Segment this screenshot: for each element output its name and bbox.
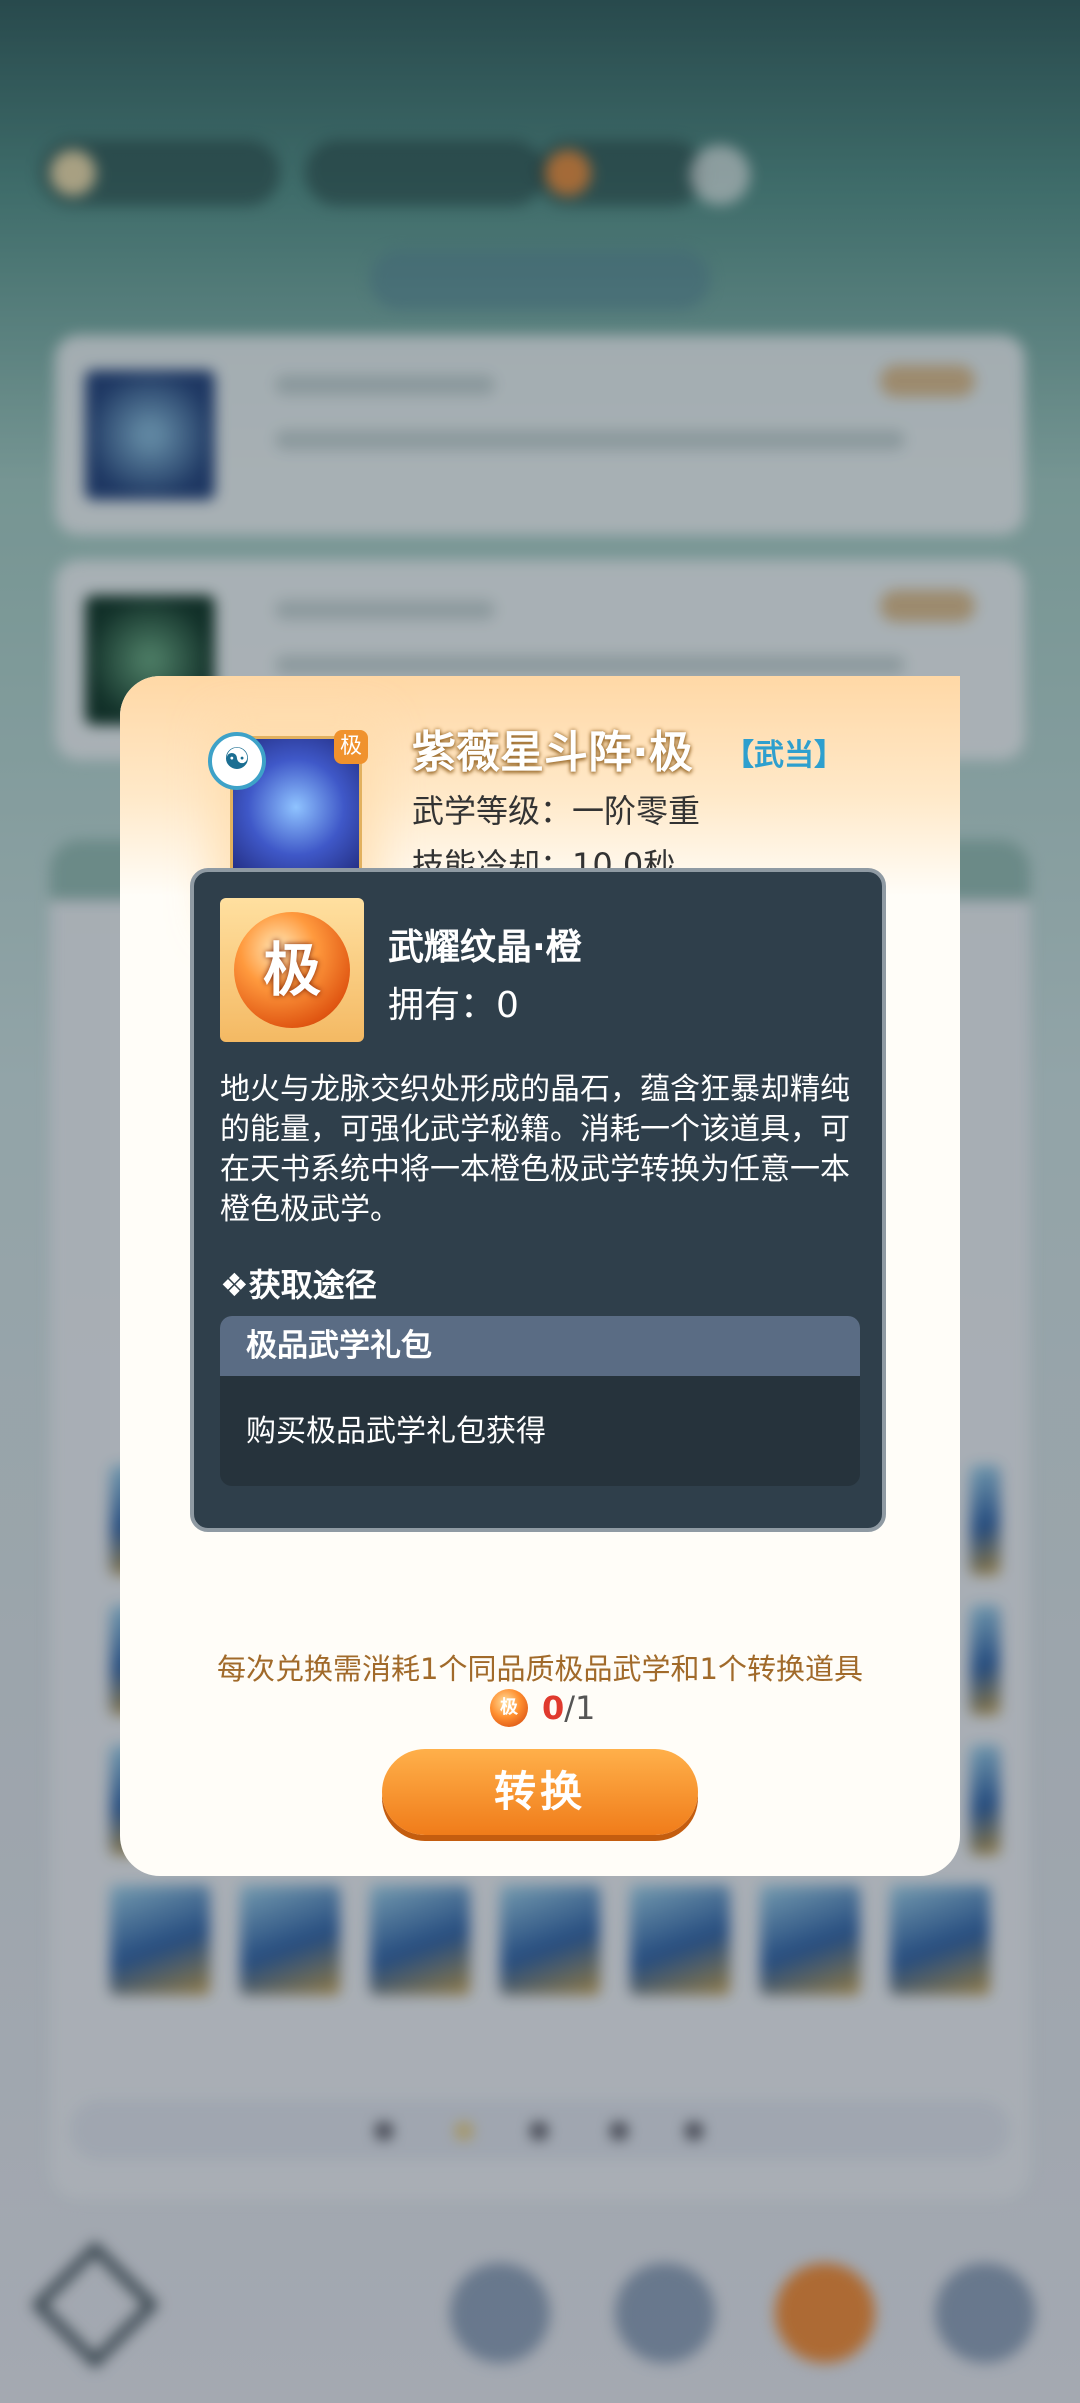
item-description: 地火与龙脉交织处形成的晶石，蕴含狂暴却精纯的能量，可强化武学秘籍。消耗一个该道具…	[220, 1072, 850, 1227]
crystal-orb-icon[interactable]: 极	[490, 1689, 528, 1727]
source-name: 极品武学礼包	[220, 1316, 860, 1376]
skill-level: 武学等级：一阶零重	[412, 792, 701, 830]
item-tooltip: 极 武耀纹晶·橙 拥有：0 地火与龙脉交织处形成的晶石，蕴含狂暴却精纯的能量，可…	[190, 868, 886, 1532]
count-have: 0	[542, 1689, 565, 1727]
sect-taiji-icon: ☯	[208, 732, 266, 790]
source-entry[interactable]: 极品武学礼包 购买极品武学礼包获得	[220, 1316, 860, 1486]
exchange-note: 每次兑换需消耗1个同品质极品武学和1个转换道具	[217, 1652, 863, 1686]
exchange-count: 极 0 /1	[490, 1688, 595, 1728]
crystal-orb-icon: 极	[234, 912, 350, 1028]
item-owned: 拥有：0	[388, 985, 519, 1026]
count-need: /1	[564, 1689, 596, 1727]
source-description: 购买极品武学礼包获得	[246, 1414, 546, 1449]
item-name: 武耀纹晶·橙	[388, 927, 582, 968]
skill-name: 紫薇星斗阵·极	[412, 727, 693, 778]
grade-badge: 极	[334, 730, 368, 764]
skill-sect: 【武当】	[724, 738, 844, 773]
item-icon: 极	[220, 898, 364, 1042]
convert-button[interactable]: 转换	[382, 1749, 698, 1835]
source-title: ❖获取途径	[220, 1266, 377, 1304]
